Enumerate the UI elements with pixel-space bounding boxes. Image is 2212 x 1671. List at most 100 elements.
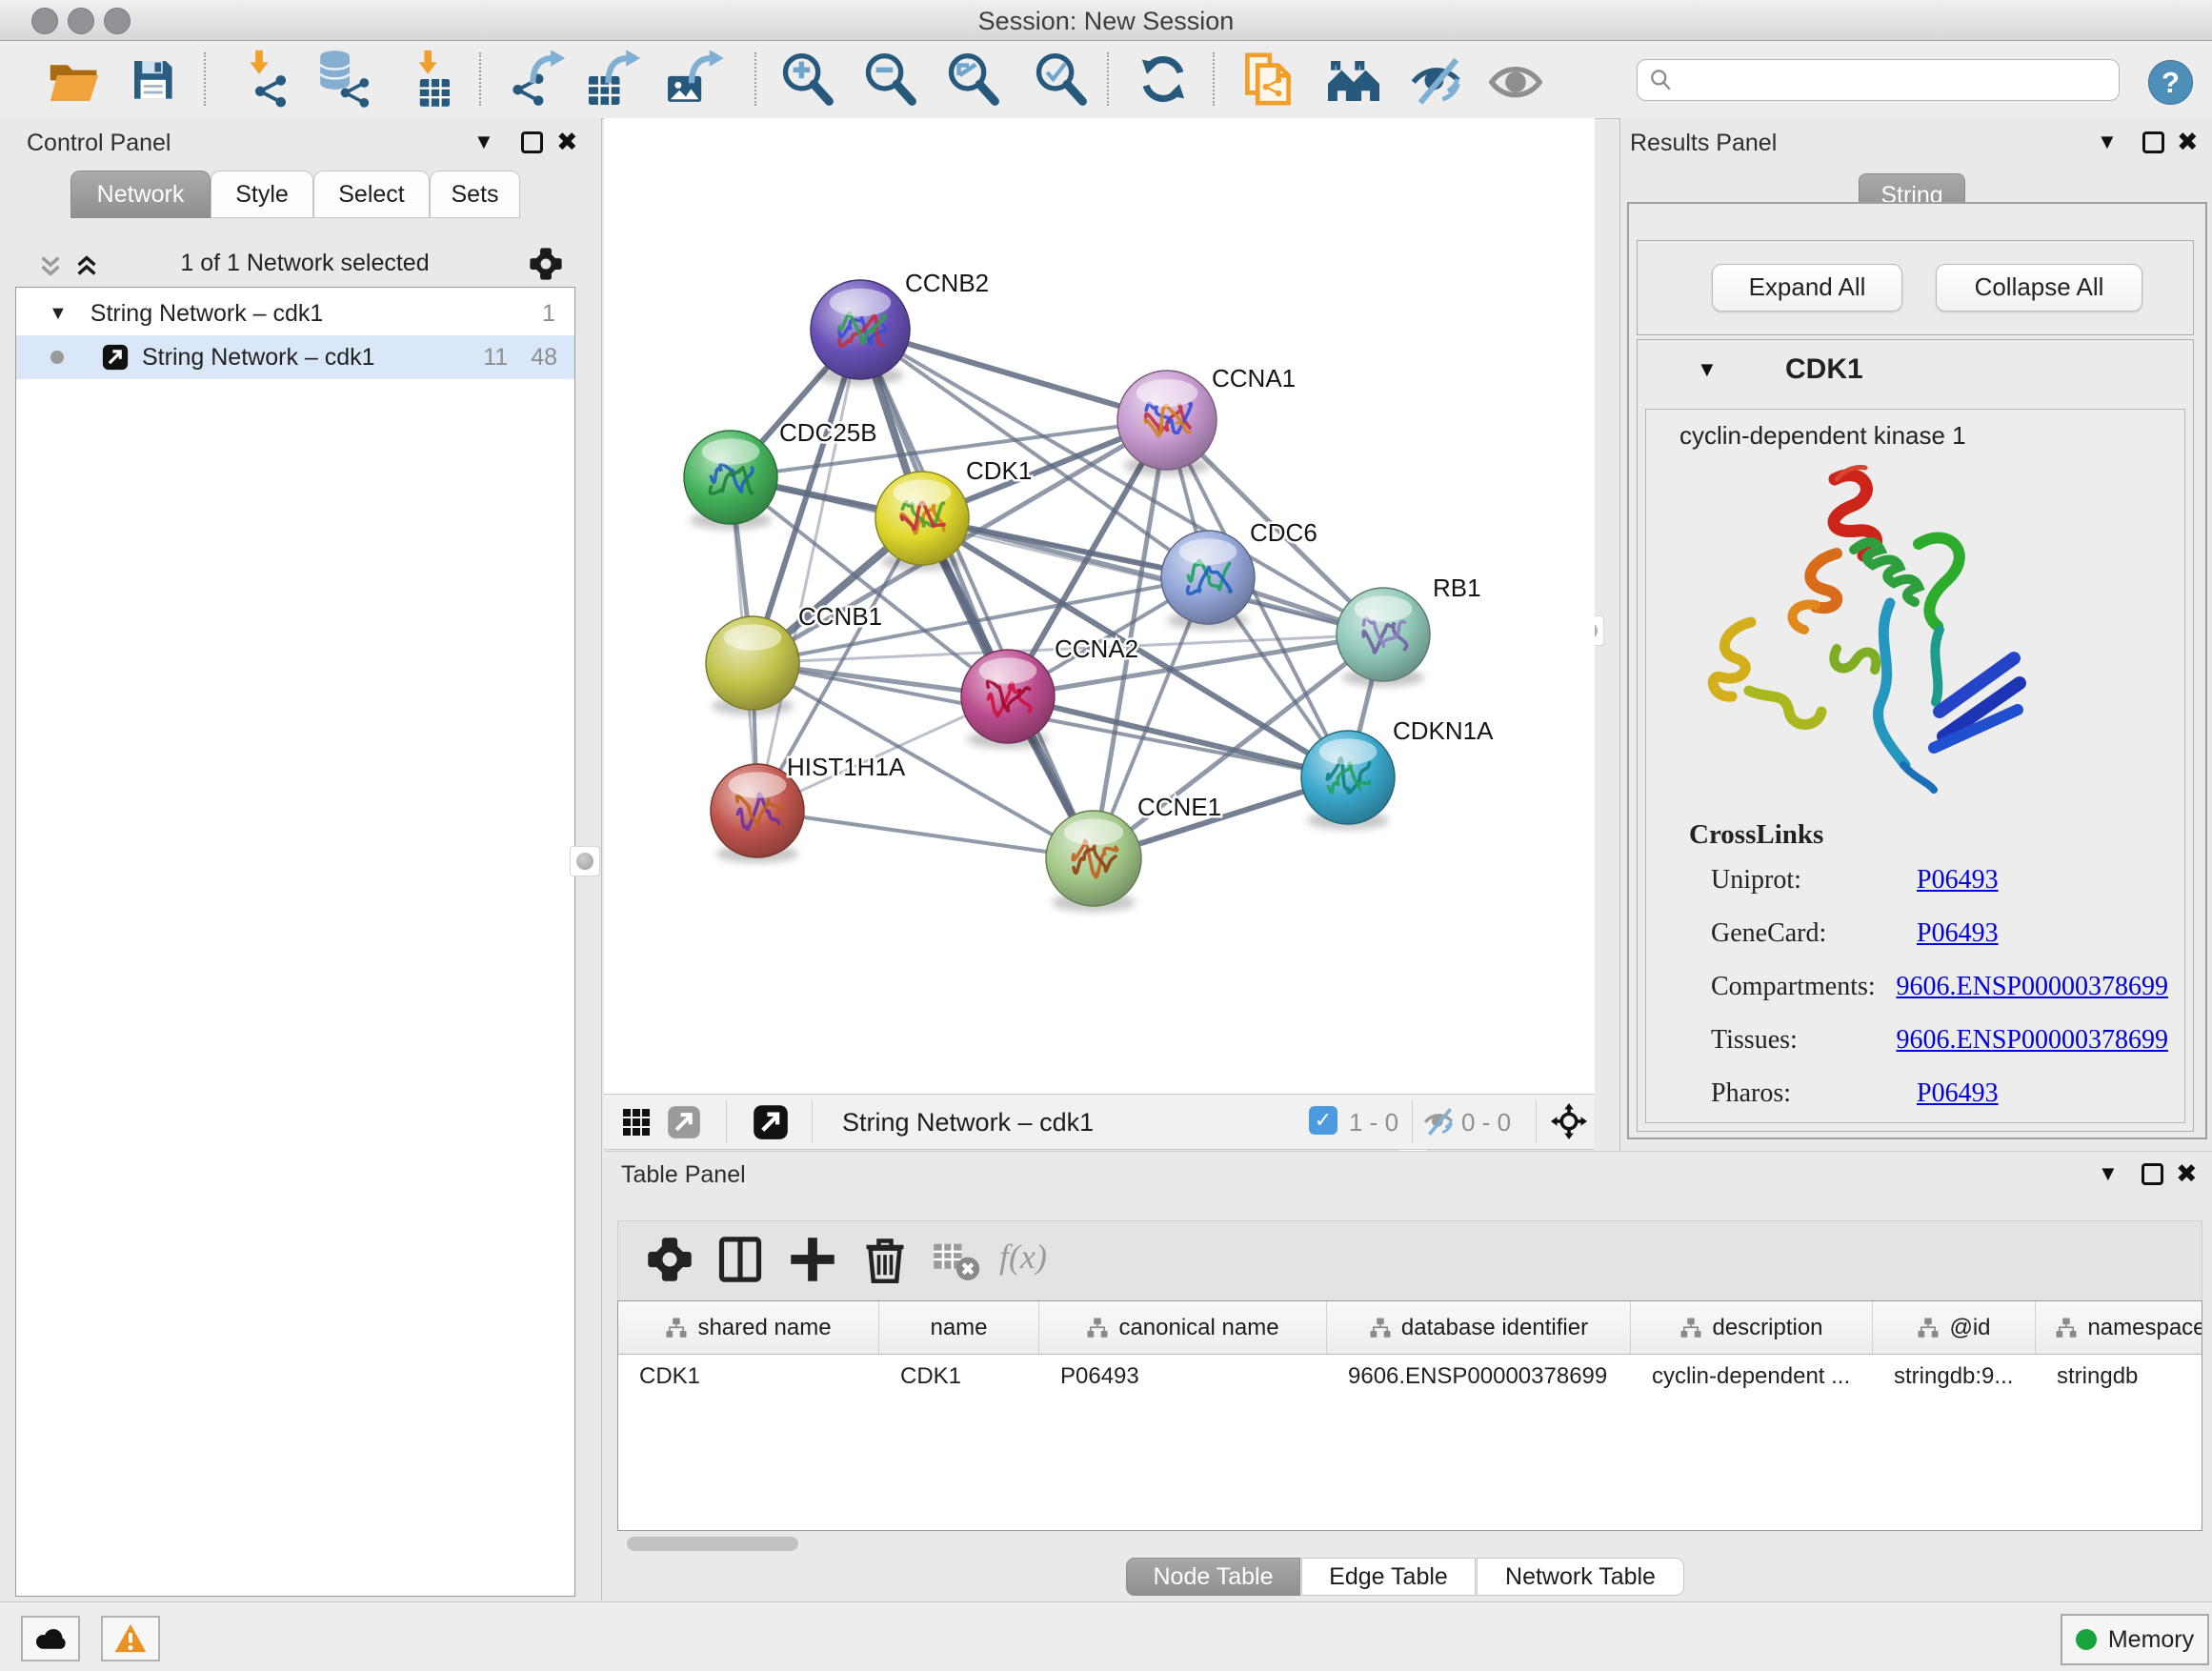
crosslink-value-link[interactable]: 9606.ENSP00000378699 [1897, 1025, 2168, 1056]
crosslink-value-link[interactable]: 9606.ENSP00000378699 [1897, 972, 2168, 1002]
expand-all-networks-icon[interactable] [72, 252, 101, 280]
column-header-namespace[interactable]: namespace [2036, 1301, 2202, 1354]
tab-select[interactable]: Select [313, 171, 430, 218]
export-network-icon[interactable] [507, 49, 568, 110]
network-node-CDK1[interactable] [875, 472, 969, 565]
expand-collapse-arrow[interactable]: ▼ [49, 303, 68, 325]
memory-button[interactable]: Memory [2061, 1614, 2209, 1665]
network-node-CCNA2[interactable] [961, 650, 1055, 743]
close-panel-icon[interactable]: ✖ [556, 128, 578, 157]
node-count: 11 [483, 344, 508, 372]
warning-status-button[interactable] [101, 1616, 160, 1661]
collapse-panel-icon[interactable]: ▼ [2097, 130, 2118, 154]
crosslink-value-link[interactable]: P06493 [1917, 865, 1999, 896]
column-header-id[interactable]: @id [1873, 1301, 2036, 1354]
open-folder-icon[interactable] [44, 49, 105, 110]
edge-CCNB2-HIST1H1A[interactable] [757, 330, 860, 811]
function-builder-icon[interactable]: f(x) [999, 1237, 1047, 1277]
export-image-icon[interactable] [664, 49, 725, 110]
horizontal-scrollbar-thumb[interactable] [627, 1537, 798, 1551]
delete-table-icon[interactable] [931, 1235, 980, 1284]
column-header-canonicalname[interactable]: canonical name [1039, 1301, 1327, 1354]
hidden-eye-slash-icon[interactable] [1423, 1106, 1456, 1138]
table-cell: CDK1 [618, 1363, 879, 1390]
pan-crosshair-icon[interactable] [1551, 1103, 1587, 1139]
close-panel-icon[interactable]: ✖ [2176, 1159, 2198, 1189]
column-header-name[interactable]: name [879, 1301, 1039, 1354]
zoom-selected-icon[interactable] [1030, 49, 1091, 110]
collapse-panel-icon[interactable]: ▼ [2098, 1161, 2119, 1186]
search-input[interactable] [1681, 66, 2109, 94]
network-canvas[interactable]: CCNB2CCNA1CDC25BCDK1CDC6RB1CCNB1CCNA2CDK… [604, 118, 1595, 1094]
network-node-CCNA1[interactable] [1117, 371, 1217, 470]
split-columns-icon[interactable] [715, 1235, 765, 1284]
crosslink-value-link[interactable]: P06493 [1917, 1078, 1999, 1109]
expand-all-button[interactable]: Expand All [1712, 264, 1902, 312]
import-network-icon[interactable] [232, 49, 293, 110]
float-panel-icon[interactable] [521, 131, 543, 153]
save-floppy-icon[interactable] [122, 49, 183, 110]
network-options-gear-icon[interactable] [528, 246, 564, 282]
tab-edge-table[interactable]: Edge Table [1301, 1558, 1476, 1596]
network-share-icon[interactable] [667, 1105, 701, 1139]
tab-network-table[interactable]: Network Table [1477, 1558, 1684, 1596]
edge-HIST1H1A-CCNE1[interactable] [757, 811, 1094, 858]
tab-node-table[interactable]: Node Table [1126, 1558, 1300, 1596]
crosslink-row: Pharos: P06493 [1711, 1078, 2168, 1109]
collapse-all-networks-icon[interactable] [36, 252, 65, 280]
tab-network[interactable]: Network [70, 171, 211, 218]
column-header-sharedname[interactable]: shared name [618, 1301, 879, 1354]
search-field[interactable] [1637, 59, 2120, 101]
column-type-icon [1917, 1317, 1940, 1339]
network-node-CCNB1[interactable] [706, 616, 799, 710]
network-node-RB1[interactable] [1337, 588, 1430, 681]
delete-column-icon[interactable] [860, 1235, 910, 1284]
add-column-icon[interactable] [788, 1235, 837, 1284]
refresh-layout-icon[interactable] [1133, 49, 1194, 110]
import-network-database-icon[interactable] [311, 49, 372, 110]
export-table-icon[interactable] [582, 49, 643, 110]
collapse-panel-icon[interactable]: ▼ [473, 130, 494, 154]
close-panel-icon[interactable]: ✖ [2177, 128, 2199, 157]
table-settings-gear-icon[interactable] [645, 1235, 694, 1284]
results-panel: Results Panel ▼ ✖ String Expand All Coll… [1619, 118, 2212, 1151]
crosslink-value-link[interactable]: P06493 [1917, 918, 1999, 949]
network-tree-row[interactable]: String Network – cdk1 11 48 [16, 335, 574, 379]
results-panel-title: Results Panel [1630, 130, 1777, 157]
show-eye-icon[interactable] [1485, 49, 1546, 110]
table-body: CDK1CDK1P064939606.ENSP00000378699cyclin… [618, 1355, 2202, 1399]
zoom-in-icon[interactable] [776, 49, 837, 110]
network-node-CCNB2[interactable] [811, 280, 910, 379]
network-node-CDC25B[interactable] [684, 431, 777, 524]
zoom-out-icon[interactable] [859, 49, 920, 110]
birdseye-grid-icon[interactable] [621, 1107, 652, 1137]
float-panel-icon[interactable] [2142, 1163, 2163, 1185]
float-panel-icon[interactable] [2142, 131, 2164, 153]
network-tree-row[interactable]: ▼ String Network – cdk1 1 [16, 292, 574, 335]
open-view-in-window-icon[interactable] [753, 1104, 789, 1140]
selected-nodes-checkbox[interactable]: ✓ [1309, 1106, 1337, 1135]
column-header-description[interactable]: description [1631, 1301, 1873, 1354]
table-row[interactable]: CDK1CDK1P064939606.ENSP00000378699cyclin… [618, 1355, 2202, 1399]
column-header-databaseidentifier[interactable]: database identifier [1327, 1301, 1631, 1354]
network-node-CCNE1[interactable] [1046, 811, 1141, 906]
left-splitter-handle[interactable] [570, 846, 600, 876]
zoom-fit-icon[interactable] [942, 49, 1003, 110]
houses-icon[interactable] [1323, 49, 1384, 110]
collapse-entry-icon[interactable]: ▼ [1697, 357, 1718, 382]
column-type-icon [1679, 1317, 1702, 1339]
help-button[interactable]: ? [2148, 60, 2193, 105]
import-table-icon[interactable] [398, 49, 459, 110]
edge-CCNA2-CDKN1A[interactable] [1008, 696, 1348, 777]
network-selection-status: 1 of 1 Network selected [114, 250, 495, 277]
crosslink-row: Uniprot: P06493 [1711, 865, 2168, 896]
network-node-CDC6[interactable] [1161, 531, 1255, 624]
tab-sets[interactable]: Sets [430, 171, 520, 218]
cloud-status-button[interactable] [21, 1616, 80, 1661]
hide-eye-slash-icon[interactable] [1407, 49, 1468, 110]
tab-style[interactable]: Style [211, 171, 313, 218]
column-header-label: canonical name [1118, 1315, 1278, 1341]
copy-network-document-icon[interactable] [1237, 49, 1298, 110]
collapse-all-button[interactable]: Collapse All [1936, 264, 2142, 312]
network-node-CDKN1A[interactable] [1301, 731, 1395, 824]
